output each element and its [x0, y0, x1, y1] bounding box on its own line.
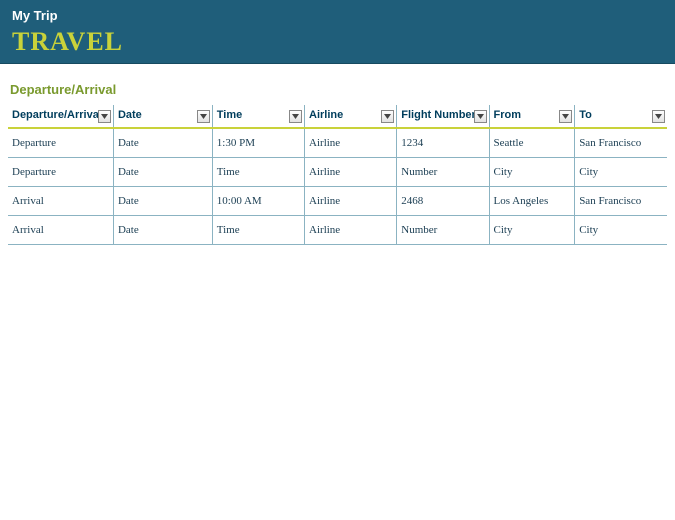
header-label: Date	[118, 109, 142, 121]
header-label: To	[579, 109, 592, 121]
filter-button[interactable]	[289, 110, 302, 123]
column-header-departure-arrival: Departure/Arrival	[8, 105, 113, 128]
chevron-down-icon	[384, 114, 391, 119]
column-header-from: From	[489, 105, 575, 128]
cell-time[interactable]: 1:30 PM	[212, 128, 304, 158]
header-label: Departure/Arrival	[12, 109, 102, 121]
header-label: From	[494, 109, 522, 121]
column-header-flight-number: Flight Number	[397, 105, 489, 128]
table-row: Departure Date Time Airline Number City …	[8, 158, 667, 187]
cell-airline[interactable]: Airline	[305, 128, 397, 158]
cell-airline[interactable]: Airline	[305, 158, 397, 187]
trip-name: My Trip	[12, 8, 663, 23]
chevron-down-icon	[200, 114, 207, 119]
cell-airline[interactable]: Airline	[305, 216, 397, 245]
cell-date[interactable]: Date	[113, 187, 212, 216]
document-header: My Trip TRAVEL	[0, 0, 675, 64]
cell-from[interactable]: Seattle	[489, 128, 575, 158]
cell-time[interactable]: Time	[212, 216, 304, 245]
column-header-time: Time	[212, 105, 304, 128]
filter-button[interactable]	[381, 110, 394, 123]
filter-button[interactable]	[559, 110, 572, 123]
cell-departure-arrival[interactable]: Departure	[8, 158, 113, 187]
cell-departure-arrival[interactable]: Arrival	[8, 216, 113, 245]
chevron-down-icon	[292, 114, 299, 119]
table-body: Departure Date 1:30 PM Airline 1234 Seat…	[8, 128, 667, 245]
header-label: Flight Number	[401, 109, 476, 121]
section-title: Departure/Arrival	[0, 64, 675, 105]
column-header-to: To	[575, 105, 667, 128]
cell-to[interactable]: San Francisco	[575, 128, 667, 158]
cell-time[interactable]: 10:00 AM	[212, 187, 304, 216]
cell-flight-number[interactable]: 2468	[397, 187, 489, 216]
cell-to[interactable]: City	[575, 158, 667, 187]
filter-button[interactable]	[197, 110, 210, 123]
column-header-airline: Airline	[305, 105, 397, 128]
column-header-date: Date	[113, 105, 212, 128]
chevron-down-icon	[655, 114, 662, 119]
cell-flight-number[interactable]: Number	[397, 158, 489, 187]
cell-to[interactable]: San Francisco	[575, 187, 667, 216]
table-header-row: Departure/Arrival Date Time Airline	[8, 105, 667, 128]
cell-from[interactable]: Los Angeles	[489, 187, 575, 216]
cell-from[interactable]: City	[489, 216, 575, 245]
table-row: Arrival Date 10:00 AM Airline 2468 Los A…	[8, 187, 667, 216]
header-label: Time	[217, 109, 242, 121]
table-row: Arrival Date Time Airline Number City Ci…	[8, 216, 667, 245]
cell-departure-arrival[interactable]: Departure	[8, 128, 113, 158]
chevron-down-icon	[477, 114, 484, 119]
cell-flight-number[interactable]: 1234	[397, 128, 489, 158]
table-row: Departure Date 1:30 PM Airline 1234 Seat…	[8, 128, 667, 158]
chevron-down-icon	[562, 114, 569, 119]
cell-flight-number[interactable]: Number	[397, 216, 489, 245]
cell-departure-arrival[interactable]: Arrival	[8, 187, 113, 216]
filter-button[interactable]	[652, 110, 665, 123]
cell-airline[interactable]: Airline	[305, 187, 397, 216]
cell-time[interactable]: Time	[212, 158, 304, 187]
cell-date[interactable]: Date	[113, 128, 212, 158]
cell-date[interactable]: Date	[113, 216, 212, 245]
travel-title: TRAVEL	[12, 27, 663, 57]
filter-button[interactable]	[474, 110, 487, 123]
cell-to[interactable]: City	[575, 216, 667, 245]
chevron-down-icon	[101, 114, 108, 119]
flights-table: Departure/Arrival Date Time Airline	[8, 105, 667, 245]
header-label: Airline	[309, 109, 343, 121]
cell-date[interactable]: Date	[113, 158, 212, 187]
filter-button[interactable]	[98, 110, 111, 123]
cell-from[interactable]: City	[489, 158, 575, 187]
